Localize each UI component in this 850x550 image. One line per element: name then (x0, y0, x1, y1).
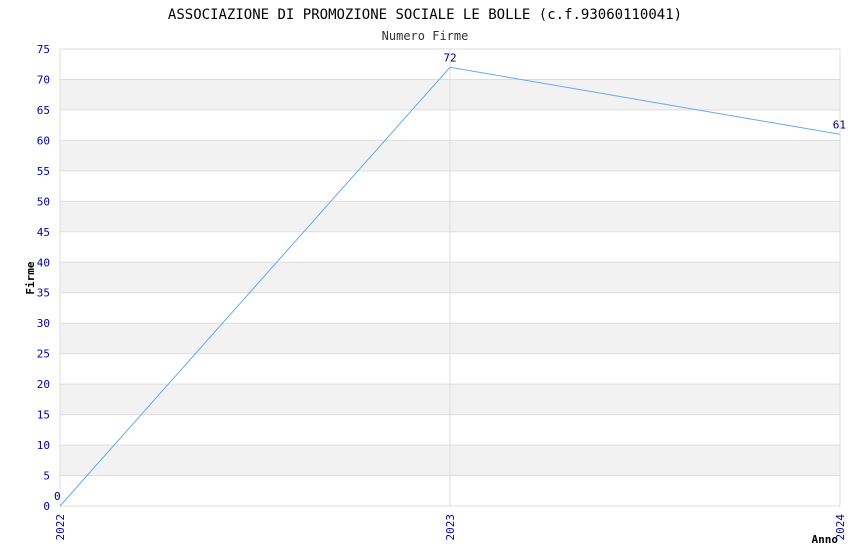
y-tick-label: 75 (37, 43, 50, 56)
y-tick-label: 55 (37, 165, 50, 178)
y-tick-label: 10 (37, 439, 50, 452)
chart-subtitle: Numero Firme (382, 29, 469, 43)
data-label: 61 (833, 118, 846, 131)
y-tick-label: 70 (37, 73, 50, 86)
y-tick-label: 45 (37, 226, 50, 239)
y-tick-label: 50 (37, 195, 50, 208)
y-tick-label: 0 (43, 500, 50, 513)
chart: ASSOCIAZIONE DI PROMOZIONE SOCIALE LE BO… (0, 0, 850, 550)
data-label: 0 (54, 490, 61, 503)
x-tick-label: 2023 (444, 514, 457, 541)
plot-area: 0510152025303540455055606570752022 2023 20… (37, 43, 847, 541)
line-chart: ASSOCIAZIONE DI PROMOZIONE SOCIALE LE BO… (24, 7, 847, 546)
y-axis-label: Firme (24, 261, 37, 294)
y-tick-label: 65 (37, 104, 50, 117)
chart-title: ASSOCIAZIONE DI PROMOZIONE SOCIALE LE BO… (168, 7, 682, 23)
y-tick-label: 60 (37, 134, 50, 147)
y-tick-label: 5 (43, 470, 50, 483)
x-tick-label: 2022 (54, 514, 67, 541)
y-tick-label: 20 (37, 378, 50, 391)
y-tick-label: 40 (37, 256, 50, 269)
y-tick-label: 25 (37, 348, 50, 361)
data-label: 72 (443, 51, 456, 64)
y-tick-label: 15 (37, 409, 50, 422)
x-tick-label: 2024 (834, 514, 847, 541)
y-tick-label: 30 (37, 317, 50, 330)
y-tick-label: 35 (37, 287, 50, 300)
